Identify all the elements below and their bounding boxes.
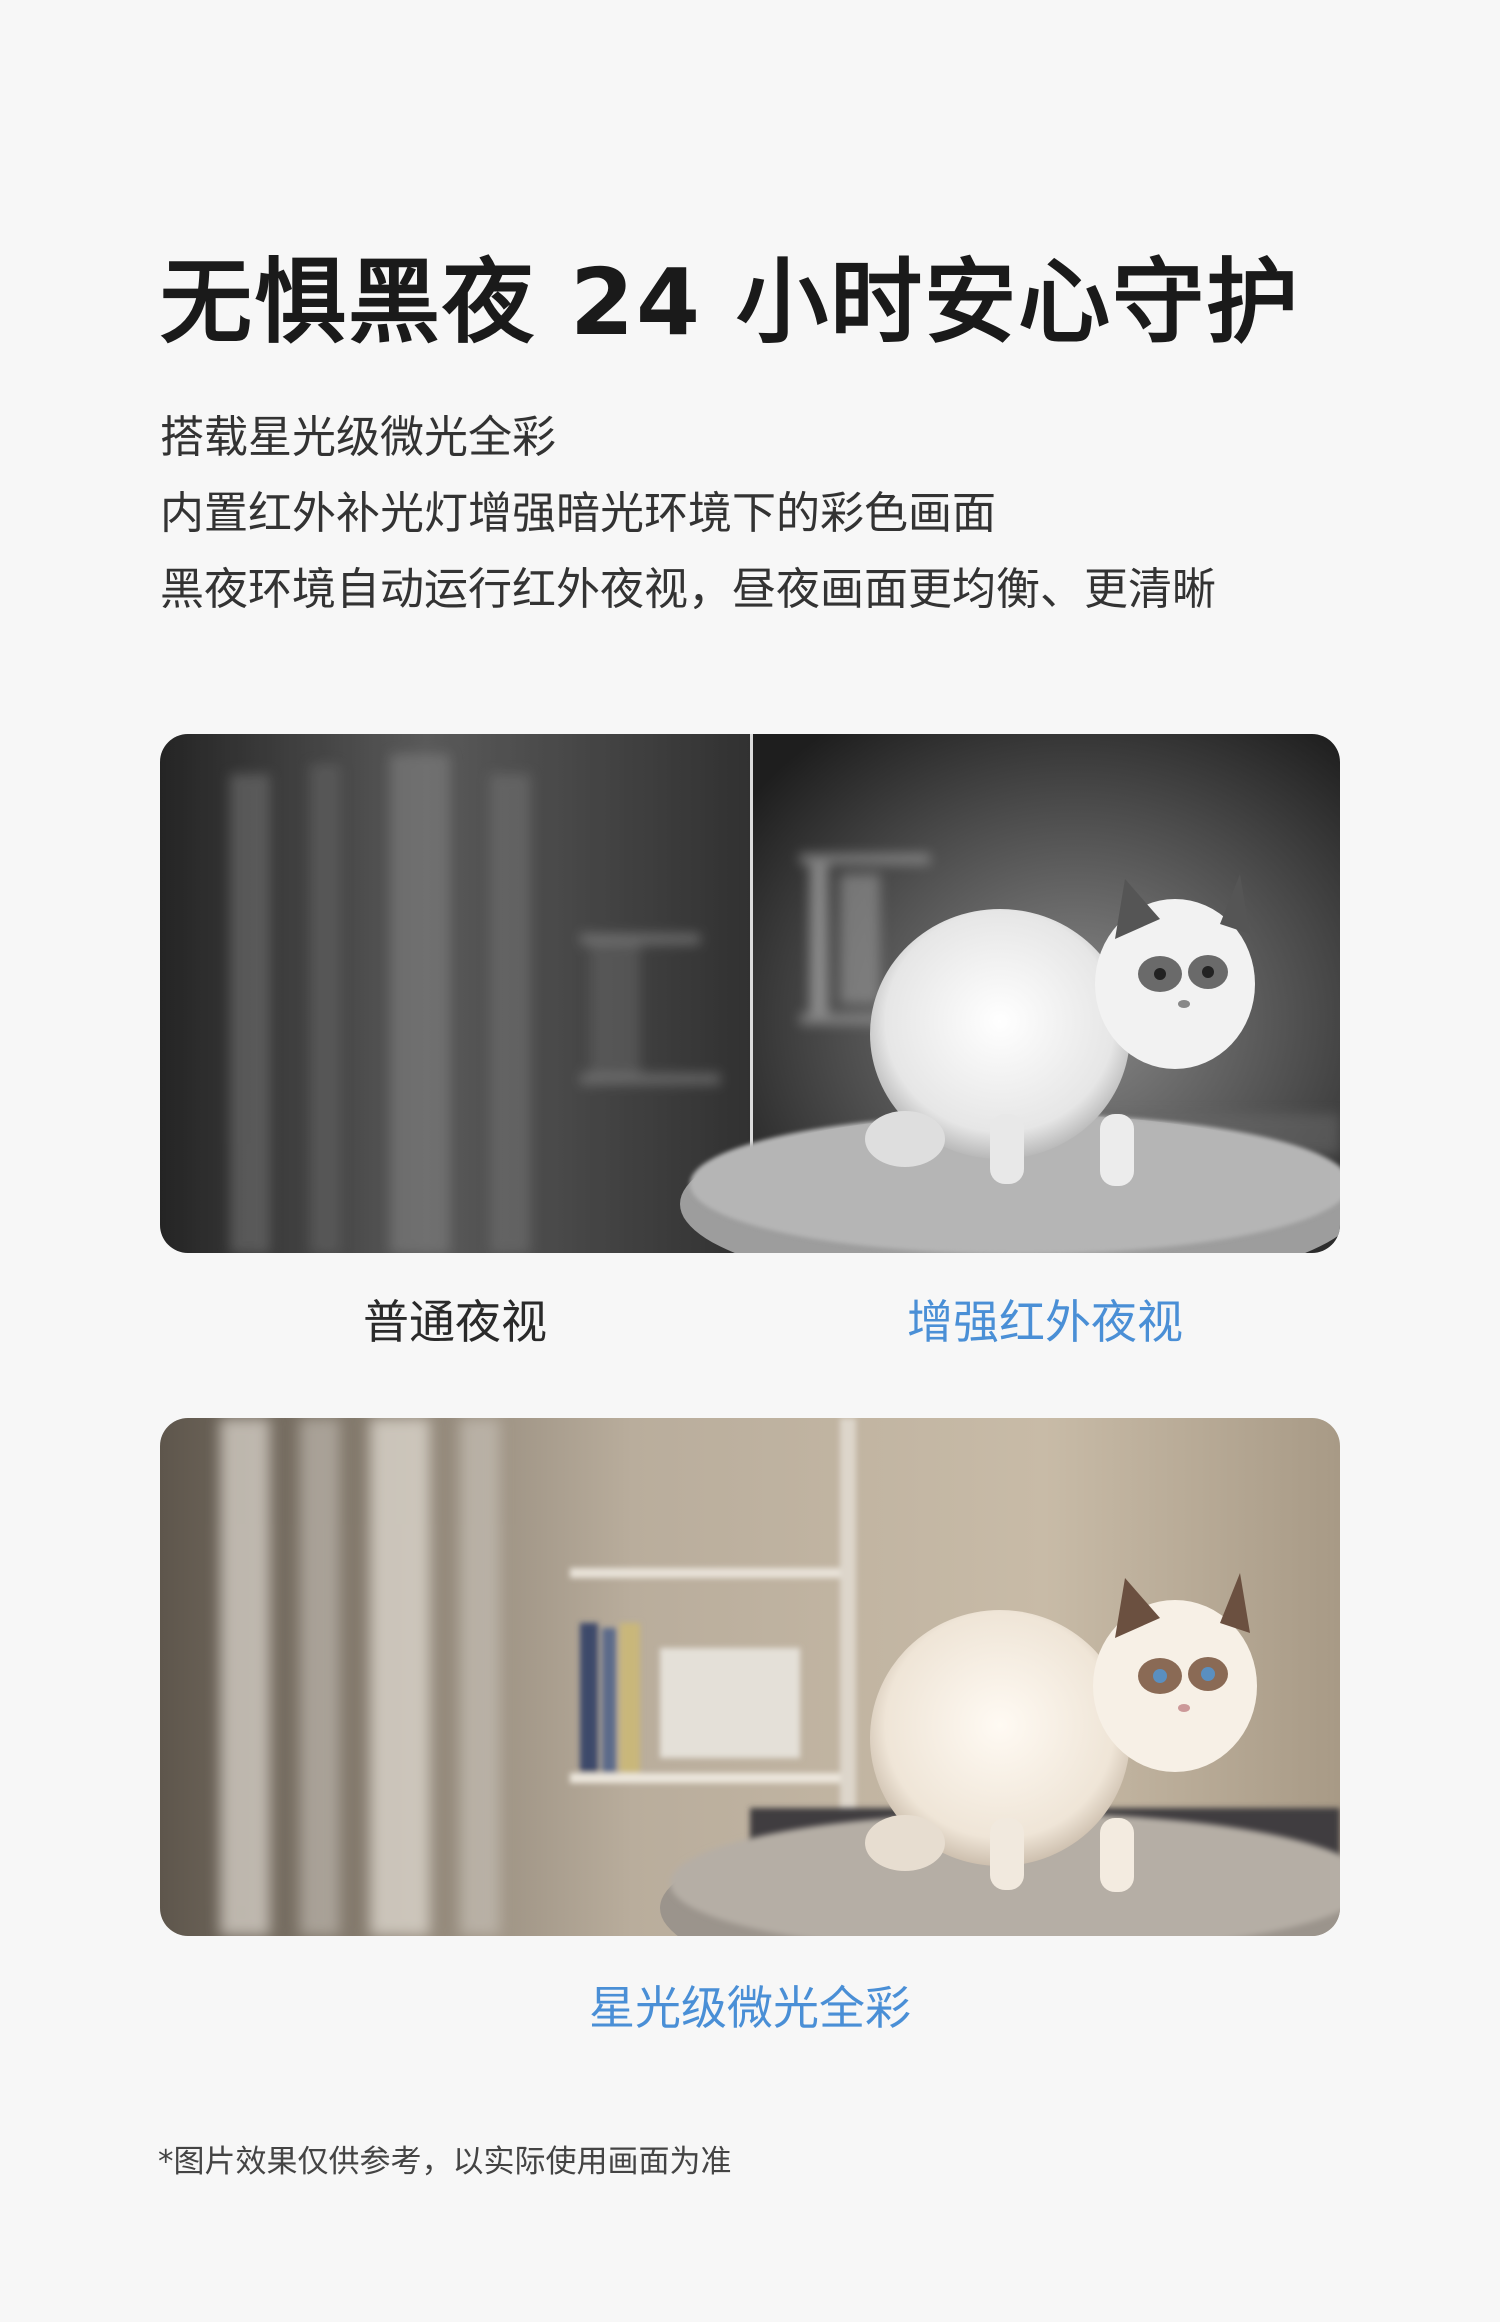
feature-description: 搭载星光级微光全彩 内置红外补光灯增强暗光环境下的彩色画面 黑夜环境自动运行红外…	[160, 400, 1216, 628]
description-line-3: 黑夜环境自动运行红外夜视，昼夜画面更均衡、更清晰	[160, 564, 1216, 615]
normal-night-vision-caption: 普通夜视	[363, 1295, 547, 1349]
description-line-1: 搭载星光级微光全彩	[160, 412, 556, 463]
enhanced-ir-night-vision-view	[680, 734, 1340, 1253]
enhanced-ir-caption: 增强红外夜视	[907, 1295, 1183, 1349]
night-vision-comparison-image	[160, 734, 1340, 1253]
disclaimer-footnote: *图片效果仅供参考，以实际使用画面为准	[158, 2144, 732, 2180]
starlight-full-color-image	[160, 1418, 1340, 1936]
starlight-full-color-caption: 星光级微光全彩	[589, 1981, 911, 2035]
normal-night-vision-view	[160, 734, 750, 1253]
description-line-2: 内置红外补光灯增强暗光环境下的彩色画面	[160, 488, 996, 539]
page-title: 无惧黑夜 24 小时安心守护	[160, 249, 1301, 356]
